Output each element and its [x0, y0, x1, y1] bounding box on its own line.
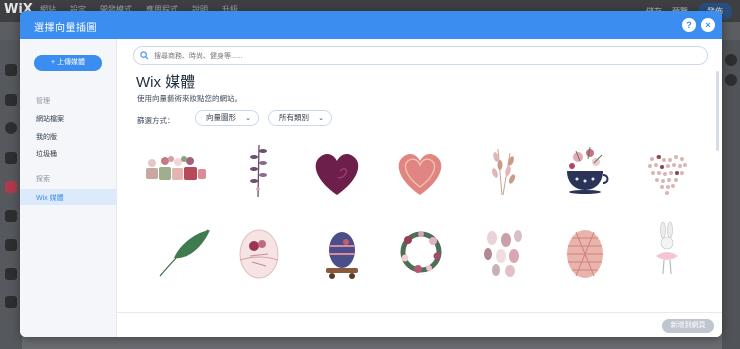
- gallery-item[interactable]: [302, 135, 372, 205]
- gallery-item[interactable]: [550, 216, 620, 286]
- flower-teacup-illustration: [567, 146, 609, 194]
- vector-picker-modal: 選擇向量插圖 ? × + 上傳媒體 管理 網站檔案 我的版 垃圾桶 探索 Wix…: [20, 11, 722, 337]
- zoom-out-icon[interactable]: [725, 74, 737, 86]
- media-icon[interactable]: [5, 210, 17, 222]
- bunny-ballerina-illustration: [656, 221, 678, 275]
- search-box[interactable]: [133, 46, 708, 65]
- close-icon[interactable]: ×: [701, 18, 715, 32]
- search-input[interactable]: [154, 49, 694, 63]
- add-to-page-button[interactable]: 新增到網頁: [662, 319, 714, 333]
- search-icon: [140, 51, 149, 60]
- modal-footer: 新增到網頁: [117, 312, 722, 337]
- gallery-item[interactable]: [468, 135, 538, 205]
- type-filter-value: 向量圖形: [206, 113, 236, 122]
- page-subtitle: 使用向量藝術來妝點您的網站。: [137, 94, 242, 103]
- flower-wreath-illustration: [400, 231, 442, 273]
- gallery-item[interactable]: [385, 135, 455, 205]
- apps-icon[interactable]: [5, 181, 17, 193]
- nav-item-label: Wix 媒體: [36, 195, 64, 202]
- purple-heart-illustration: [315, 154, 359, 195]
- gallery-item[interactable]: [632, 135, 702, 205]
- gallery-item[interactable]: [550, 135, 620, 205]
- media-sidebar: + 上傳媒體 管理 網站檔案 我的版 垃圾桶 探索 Wix 媒體: [20, 39, 117, 337]
- nav-item-wix-media[interactable]: Wix 媒體: [20, 189, 117, 205]
- chevron-down-icon: ⌄: [245, 115, 251, 122]
- gallery-item[interactable]: [632, 216, 702, 286]
- scrollbar[interactable]: [716, 71, 719, 151]
- nav-item-trash[interactable]: 垃圾桶: [36, 149, 57, 159]
- scattered-eggs-illustration: [484, 230, 522, 277]
- gallery-item[interactable]: [386, 216, 456, 286]
- text-icon[interactable]: [5, 152, 17, 164]
- pages-icon[interactable]: [5, 64, 17, 76]
- upload-media-button[interactable]: + 上傳媒體: [34, 55, 102, 71]
- background-icon[interactable]: [5, 94, 17, 106]
- modal-title: 選擇向量插圖: [34, 23, 97, 34]
- green-leaf-illustration: [159, 229, 210, 277]
- filter-label: 篩選方式：: [137, 116, 175, 125]
- dotted-heart-illustration: [648, 155, 687, 195]
- gallery-item[interactable]: [146, 216, 216, 286]
- editor-right-rail: [722, 40, 740, 349]
- nav-group-explore: 探索: [36, 176, 50, 183]
- gallery-item[interactable]: [224, 216, 294, 286]
- egg-on-cart-illustration: [326, 232, 358, 279]
- gallery-item[interactable]: [224, 135, 294, 205]
- gallery-item[interactable]: [468, 216, 538, 286]
- type-filter-dropdown[interactable]: 向量圖形 ⌄: [195, 110, 259, 126]
- gallery-item[interactable]: [140, 135, 210, 205]
- pink-heart-illustration: [398, 154, 442, 195]
- modal-header: 選擇向量插圖 ? ×: [20, 11, 722, 39]
- wheat-stalks-illustration: [492, 148, 516, 196]
- gallery-item[interactable]: [306, 216, 376, 286]
- patterned-pink-egg-illustration: [567, 230, 603, 278]
- easter-basket-illustration: [146, 156, 206, 180]
- briefcase-icon[interactable]: [5, 296, 17, 308]
- help-icon[interactable]: ?: [682, 18, 696, 32]
- category-filter-value: 所有類別: [279, 113, 309, 122]
- category-filter-dropdown[interactable]: 所有類別 ⌄: [268, 110, 332, 126]
- store-icon[interactable]: [5, 268, 17, 280]
- lavender-sprig-illustration: [250, 144, 267, 198]
- zoom-in-icon[interactable]: [725, 54, 737, 66]
- nav-item-site-files[interactable]: 網站檔案: [36, 114, 64, 124]
- add-icon[interactable]: [5, 122, 17, 134]
- chevron-down-icon: ⌄: [318, 115, 324, 122]
- editor-canvas: [22, 335, 722, 349]
- decorated-easter-egg-illustration: [239, 229, 279, 279]
- editor-left-sidebar: [0, 40, 22, 349]
- nav-group-manage: 管理: [36, 98, 50, 105]
- page-title: Wix 媒體: [136, 74, 196, 91]
- nav-item-my-uploads[interactable]: 我的版: [36, 132, 57, 142]
- pen-icon[interactable]: [5, 239, 17, 251]
